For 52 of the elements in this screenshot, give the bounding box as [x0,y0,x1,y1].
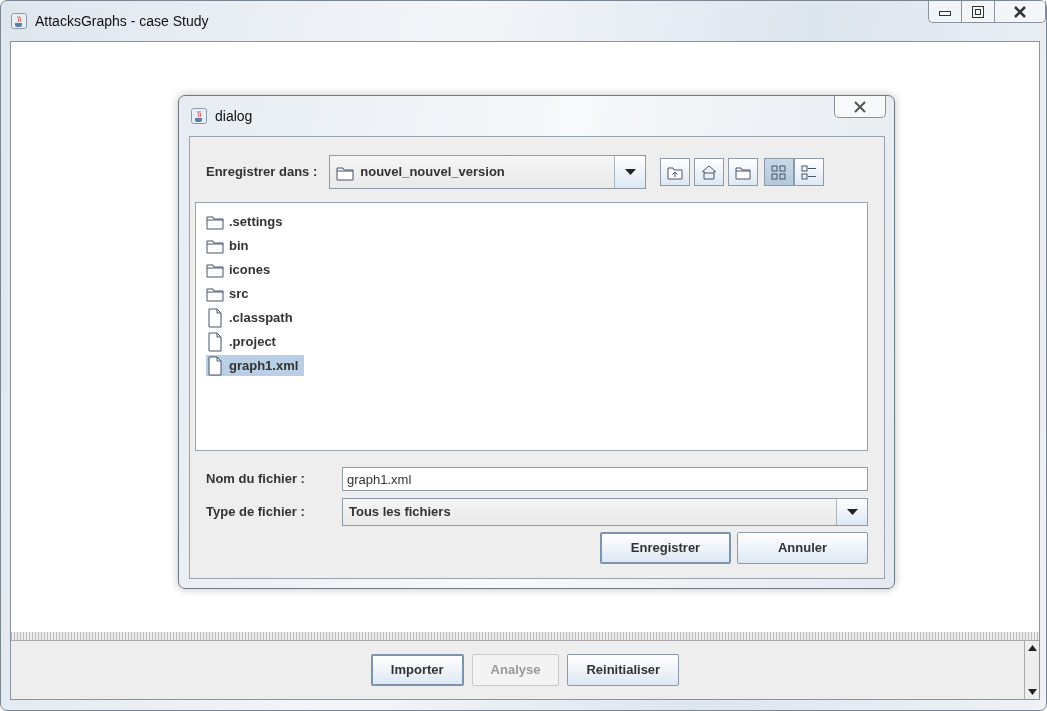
scrollbar[interactable] [1024,641,1039,699]
file-list-item[interactable]: graph1.xml [206,355,305,376]
close-button[interactable] [994,1,1046,23]
field-label: Type de fichier : [206,503,306,522]
file-list-item[interactable]: src [206,283,255,304]
field-label: Nom du fichier : [206,470,306,489]
field-label: Enregistrer dans : [206,163,318,182]
file-icon [206,331,224,352]
details-view-button[interactable] [794,158,825,186]
home-button[interactable] [694,158,725,186]
window-title: AttacksGraphs - case Study [35,11,209,31]
app-icon [191,108,207,124]
folder-dropdown[interactable]: nouvel_nouvel_version [329,155,647,189]
file-list-item[interactable]: .settings [206,211,289,232]
folder-icon [206,237,224,254]
splitter-handle[interactable] [11,632,1039,641]
scroll-down-icon [1027,689,1037,695]
action-button[interactable]: Reinitialiser [567,654,680,686]
dropdown-arrow-icon [624,169,636,175]
close-icon [1013,5,1027,18]
file-type-dropdown[interactable]: Tous les fichiers [342,498,868,526]
file-list[interactable]: .settings bin icones src .classpath .project graph1.xml [195,202,868,451]
dropdown-arrow-icon [846,509,858,515]
scroll-up-icon [1027,645,1037,651]
folder-icon [206,285,224,302]
close-icon [853,100,867,113]
list-view-button[interactable] [764,158,795,186]
dialog-button[interactable]: Annuler [737,532,868,564]
folder-icon [206,261,224,278]
dialog-button[interactable]: Enregistrer [600,532,731,564]
file-list-item[interactable]: .classpath [206,307,299,328]
list-view-icon [770,163,789,181]
app-icon [11,13,27,29]
maximize-icon [972,5,984,18]
home-icon [700,163,719,181]
file-list-item[interactable]: .project [206,331,282,352]
file-name-field[interactable]: graph1.xml [342,467,868,491]
new-folder-button[interactable] [728,158,759,186]
file-icon [206,307,224,328]
minimize-button[interactable] [928,1,961,23]
file-icon [206,355,224,376]
close-button[interactable] [834,96,886,118]
folder-icon [206,213,224,230]
folder-name: nouvel_nouvel_version [360,163,505,182]
up-folder-button[interactable] [660,158,691,186]
maximize-button[interactable] [961,1,994,23]
details-view-icon [800,163,819,181]
file-list-item[interactable]: bin [206,235,255,256]
dialog-title: dialog [215,106,253,126]
file-type-value: Tous les fichiers [349,503,451,522]
action-button[interactable]: Importer [370,654,464,686]
file-list-item[interactable]: icones [206,259,277,280]
